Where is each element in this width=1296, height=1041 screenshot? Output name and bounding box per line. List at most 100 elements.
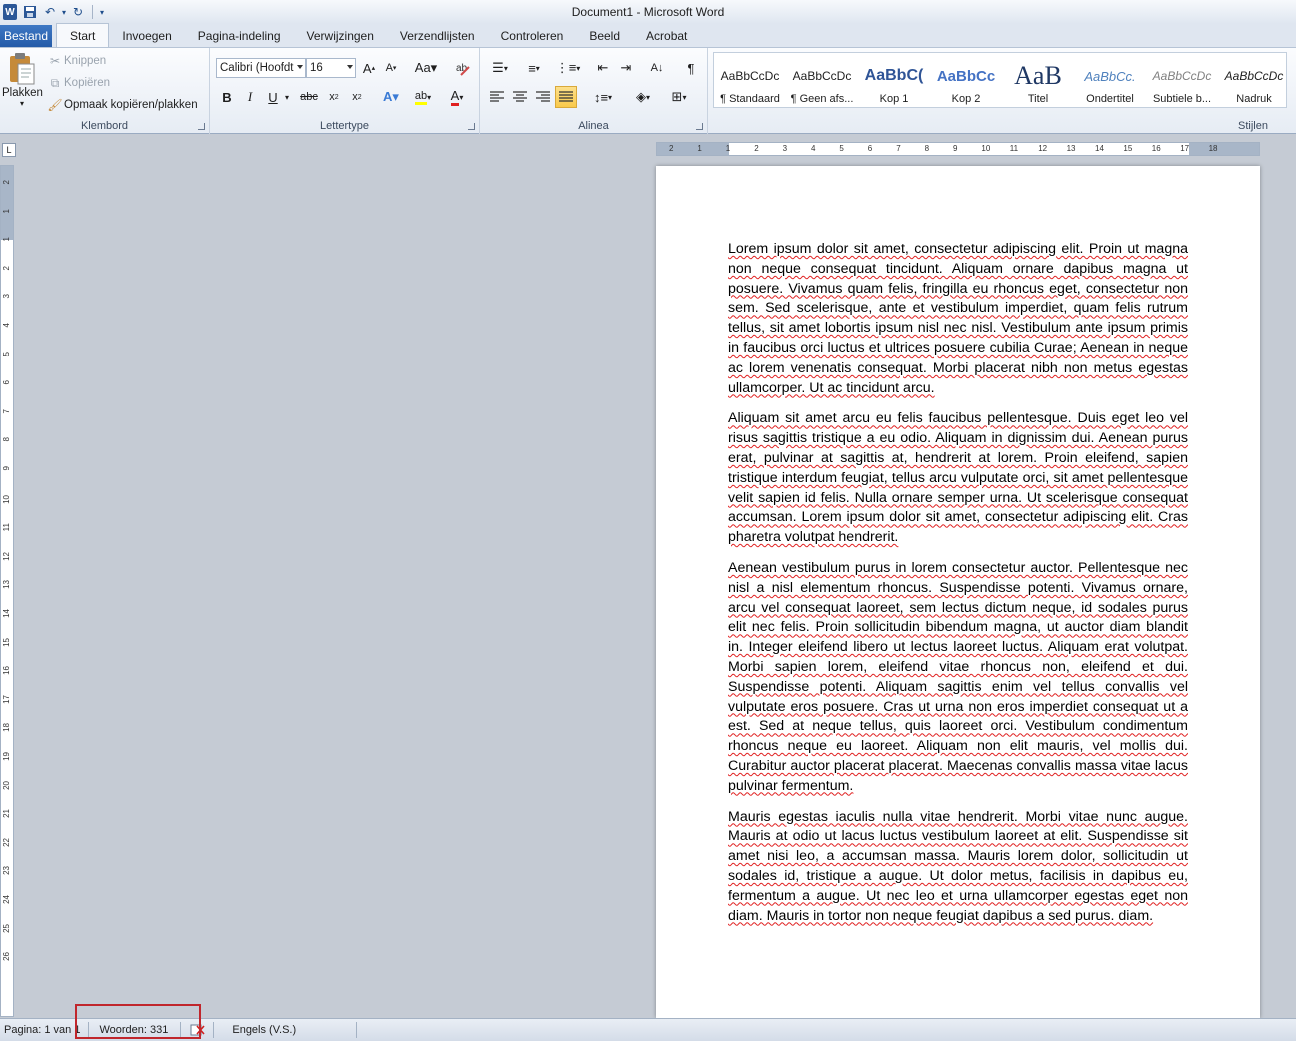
align-right-icon[interactable] [532,86,554,108]
vertical-ruler[interactable]: 2 1 1 2 3 4 5 6 7 8 9 10 11 12 13 14 15 16 17 18 19 20 21 22 23 2… [0,165,14,1017]
borders-icon[interactable]: ⊞ ▾ [664,86,694,108]
ruler-tick-label: 7 [2,408,11,414]
ruler-tick-label: 9 [2,466,11,471]
vertical-scrollbar[interactable] [1278,142,1296,1018]
tab-acrobat[interactable]: Acrobat [633,25,700,47]
font-size-combo[interactable]: 16 [306,58,356,78]
style-geen-afstand[interactable]: AaBbCcDc ¶ Geen afs... [786,53,858,109]
ribbon-tabs: Bestand Start Invoegen Pagina-indeling V… [0,23,1296,48]
show-formatting-icon[interactable]: ¶ [680,57,702,79]
italic-icon[interactable]: I [239,86,261,108]
ruler-tick-label: 17 [2,694,11,704]
style-name: ¶ Geen afs... [790,93,854,105]
font-name-dropdown-icon[interactable] [297,65,303,69]
tab-start[interactable]: Start [56,23,110,47]
font-size-dropdown-icon[interactable] [347,65,353,69]
style-kop-1[interactable]: AaBbC( Kop 1 [858,53,930,109]
tab-beeld[interactable]: Beeld [576,25,633,47]
paste-dropdown-icon[interactable]: ▾ [2,99,42,108]
tab-bestand[interactable]: Bestand [0,25,53,47]
paragraph[interactable]: Aliquam sit amet arcu eu felis faucibus … [728,409,1188,548]
multilevel-list-icon[interactable]: ⋮≡ ▾ [554,57,582,79]
customize-qat-icon[interactable]: ▾ [97,2,107,22]
tab-verzendlijsten[interactable]: Verzendlijsten [387,25,488,47]
redo-icon[interactable]: ↻ [68,2,88,22]
paragraph[interactable]: Mauris egestas iaculis nulla vitae hendr… [728,808,1188,927]
proofing-errors-icon[interactable] [181,1019,213,1041]
ruler-tick-label: 18 [2,723,11,733]
strikethrough-icon[interactable]: abc [296,86,322,108]
change-case-icon[interactable]: Aa▾ [412,57,440,79]
superscript-icon[interactable]: x2 [346,86,368,108]
font-name-combo[interactable]: Calibri (Hoofdt [216,58,306,78]
font-color-icon[interactable]: A ▾ [442,86,472,108]
paragraph-launcher-icon[interactable] [696,123,703,130]
clipboard-icon [10,53,35,85]
undo-icon[interactable]: ↶ [40,2,60,22]
bullets-icon[interactable]: ☰ ▾ [486,57,514,79]
clipboard-group: Plakken ▾ ✂ Knippen ⧉ Kopiëren 🖌 Opmaak … [0,48,210,134]
numbering-icon[interactable]: ≡ ▾ [520,57,548,79]
style-ondertitel[interactable]: AaBbCc. Ondertitel [1074,53,1146,109]
ruler-tick-label: 5 [839,144,844,153]
cut-button[interactable]: ✂ Knippen [46,51,106,71]
ruler-tick-label: 6 [2,380,11,385]
word-logo-icon[interactable]: W [3,4,17,20]
bold-icon[interactable]: B [216,86,238,108]
document-body[interactable]: Lorem ipsum dolor sit amet, consectetur … [728,240,1188,937]
justify-icon[interactable] [555,86,577,108]
window-title: Document1 - Microsoft Word [571,5,725,19]
horizontal-ruler[interactable]: 2 1 1 2 3 4 5 6 7 8 9 10 11 12 13 14 15 16 17 18 [656,142,1260,156]
page-count[interactable]: Pagina: 1 van 1 [0,1019,88,1041]
format-painter-button[interactable]: 🖌 Opmaak kopiëren/plakken [46,95,197,115]
tab-invoegen[interactable]: Invoegen [109,25,184,47]
decrease-indent-icon[interactable]: ⇤ [592,57,614,79]
ruler-tick-label: 1 [725,144,731,153]
text-effects-icon[interactable]: A▾ [376,86,406,108]
sort-icon[interactable]: A↓ [646,57,668,79]
subscript-icon[interactable]: x2 [323,86,345,108]
styles-group: AaBbCcDc ¶ Standaard AaBbCcDc ¶ Geen afs… [708,48,1296,134]
paragraph[interactable]: Lorem ipsum dolor sit amet, consectetur … [728,240,1188,398]
save-icon[interactable] [20,2,40,22]
ruler-tick-label: 15 [1123,144,1133,153]
increase-indent-icon[interactable]: ⇥ [615,57,637,79]
ruler-tick-label: 22 [2,837,11,847]
ruler-tick-label: 15 [2,637,11,647]
ruler-tick-label: 13 [2,580,11,590]
align-center-icon[interactable] [509,86,531,108]
clipboard-launcher-icon[interactable] [198,123,205,130]
undo-dropdown-icon[interactable]: ▾ [60,2,68,22]
line-spacing-icon[interactable]: ↕≡ ▾ [588,86,618,108]
document-page[interactable]: Lorem ipsum dolor sit amet, consectetur … [656,166,1260,1018]
underline-icon[interactable]: U [262,86,284,108]
copy-button[interactable]: ⧉ Kopiëren [46,73,110,93]
font-launcher-icon[interactable] [468,123,475,130]
shading-icon[interactable]: ◈ ▾ [628,86,658,108]
style-subtiele-benadrukking[interactable]: AaBbCcDc Subtiele b... [1146,53,1218,109]
scissors-icon: ✂ [49,54,61,68]
style-standaard[interactable]: AaBbCcDc ¶ Standaard [714,53,786,109]
word-count[interactable]: Woorden: 331 [89,1019,180,1041]
style-kop-2[interactable]: AaBbCc Kop 2 [930,53,1002,109]
shrink-font-icon[interactable]: A ▾ [380,57,402,79]
tab-selector-icon[interactable]: L [2,143,16,157]
underline-dropdown-icon[interactable]: ▾ [282,86,292,108]
svg-text:ab: ab [456,63,468,74]
style-nadruk[interactable]: AaBbCcDc Nadruk [1218,53,1290,109]
align-left-icon[interactable] [486,86,508,108]
tab-controleren[interactable]: Controleren [488,25,577,47]
style-titel[interactable]: AaB Titel [1002,53,1074,109]
ruler-tick-label: 17 [1180,144,1190,153]
language-indicator[interactable]: Engels (V.S.) [214,1019,356,1041]
grow-font-icon[interactable]: A ▴ [358,57,380,79]
tab-verwijzingen[interactable]: Verwijzingen [294,25,387,47]
highlight-color-icon[interactable]: ab ▾ [408,86,438,108]
ruler-tick-label: 20 [2,780,11,790]
paste-label: Plakken [2,87,43,99]
clear-formatting-icon[interactable]: ab [452,57,474,79]
paragraph[interactable]: Aenean vestibulum purus in lorem consect… [728,559,1188,797]
tab-pagina-indeling[interactable]: Pagina-indeling [185,25,294,47]
paste-button[interactable]: Plakken ▾ [2,50,43,114]
ribbon: Plakken ▾ ✂ Knippen ⧉ Kopiëren 🖌 Opmaak … [0,48,1296,134]
